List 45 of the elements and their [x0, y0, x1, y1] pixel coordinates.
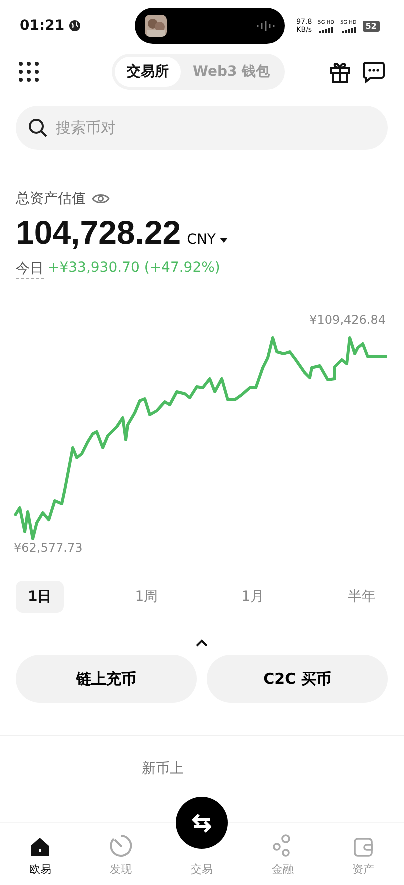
chat-icon[interactable] [362, 60, 386, 84]
sound-wave-icon [256, 21, 275, 31]
dial-icon [109, 834, 134, 858]
grid-menu-icon[interactable] [18, 61, 40, 83]
nav-tab[interactable]: 金融 [242, 823, 324, 885]
nav-label: 交易 [190, 862, 213, 877]
mode-tab[interactable]: 交易所 [115, 57, 181, 87]
section-title[interactable]: 新币上 [142, 761, 184, 777]
home-icon [29, 836, 52, 858]
nav-label: 发现 [110, 862, 132, 877]
currency-selector[interactable]: CNY [187, 232, 228, 248]
wallet-icon [352, 836, 375, 858]
period-tab[interactable]: 1周 [123, 581, 170, 613]
dynamic-island[interactable] [134, 8, 285, 44]
nav-tab[interactable]: 交易 [162, 862, 242, 885]
nav-tab[interactable]: 欧易 [0, 823, 81, 885]
nav-label: 欧易 [29, 862, 52, 877]
period-tab[interactable]: 半年 [336, 581, 388, 613]
nav-tab[interactable]: 发现 [80, 823, 162, 885]
period-tab[interactable]: 1日 [16, 581, 64, 613]
caret-icon [220, 238, 228, 242]
clock-time: 01:21 [20, 18, 65, 34]
action-button[interactable]: C2C 买币 [207, 655, 388, 703]
action-button[interactable]: 链上充币 [16, 655, 197, 703]
today-change: +¥33,930.70 (+47.92%) [48, 260, 220, 278]
nav-label: 资产 [352, 862, 375, 877]
nav-tab[interactable]: 资产 [323, 823, 404, 885]
collapse-chevron-icon[interactable] [196, 639, 208, 647]
eye-icon[interactable] [92, 193, 110, 205]
total-assets-label: 总资产估值 [16, 190, 86, 208]
signal-icon [342, 26, 356, 32]
mode-tab[interactable]: Web3 钱包 [181, 57, 282, 87]
swap-button[interactable] [176, 797, 228, 849]
search-icon [28, 118, 48, 138]
gift-icon[interactable] [328, 60, 352, 84]
today-label[interactable]: 今日 [16, 260, 44, 279]
battery-icon: 52 [362, 20, 380, 32]
chart-max-label: ¥109,426.84 [310, 313, 386, 327]
total-assets-value: 104,728.22 [16, 214, 182, 252]
search-field[interactable]: 搜索币对 [16, 106, 388, 150]
chart-min-label: ¥62,577.73 [14, 541, 83, 555]
nav-label: 金融 [272, 862, 294, 877]
swap-icon [190, 812, 214, 834]
period-tab[interactable]: 1月 [230, 581, 277, 613]
signal-icon [319, 26, 334, 32]
